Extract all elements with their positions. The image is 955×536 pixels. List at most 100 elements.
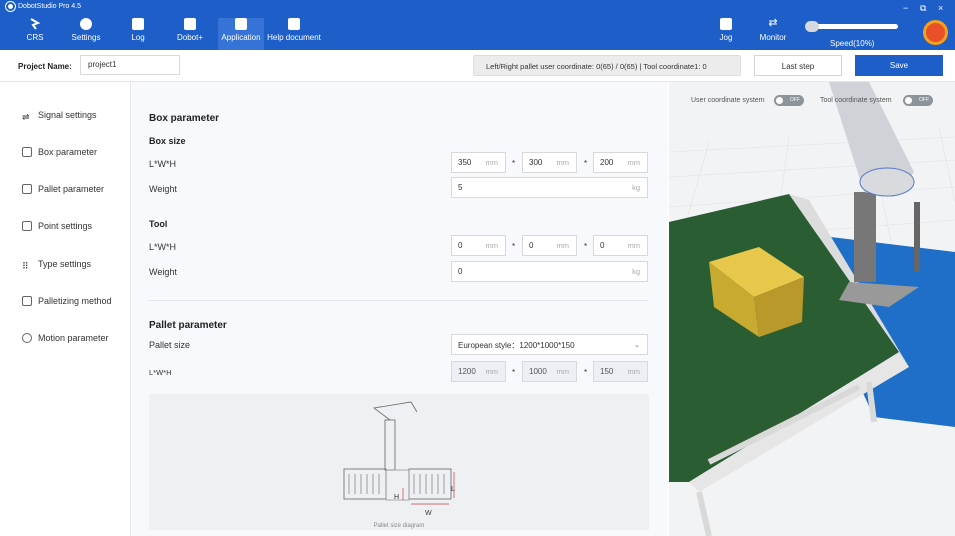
pallet-width-value: 1000 — [529, 367, 547, 376]
project-name-label: Project Name: — [18, 62, 72, 71]
sidebar-item-label: Box parameter — [38, 147, 98, 157]
box-weight-label: Weight — [149, 184, 177, 194]
sidebar-item-label: Pallet parameter — [38, 184, 105, 194]
nav-log-label: Log — [131, 33, 145, 42]
title-bar: DobotStudio Pro 4.5 CRS Settings Log Dob… — [0, 0, 955, 50]
multiply-sign: * — [584, 242, 588, 251]
close-button[interactable]: × — [938, 3, 943, 13]
point-settings-icon — [22, 221, 32, 231]
monitor-arrows-icon: ⇄ — [768, 17, 778, 29]
help-document-icon — [288, 18, 300, 30]
sidebar: ⇌ Signal settings Box parameter Pallet pa… — [0, 82, 131, 536]
dim-l-text: L — [451, 486, 455, 493]
tool-weight-input[interactable]: 0 kg — [451, 261, 648, 282]
tool-width-input[interactable]: 0 mm — [522, 235, 577, 256]
nav-dobotplus-label: Dobot+ — [176, 33, 204, 42]
left-pallet-shape — [343, 468, 387, 500]
tool-width-value: 0 — [529, 241, 534, 250]
nav-jog-label: Jog — [719, 33, 733, 42]
sidebar-item-label: Type settings — [38, 259, 92, 269]
robot-arm-shape — [373, 401, 418, 421]
restore-button[interactable]: ⧉ — [920, 3, 926, 14]
dim-h-text: H — [394, 494, 399, 501]
tool-length-input[interactable]: 0 mm — [451, 235, 506, 256]
speed-slider-track[interactable] — [808, 24, 898, 29]
unit-label: mm — [485, 367, 499, 376]
unit-label: mm — [627, 367, 641, 376]
nav-monitor[interactable]: ⇄ Monitor — [756, 18, 790, 50]
chevron-down-icon: ⌄ — [633, 340, 640, 349]
tool-weight-value: 0 — [458, 267, 463, 276]
unit-label: mm — [556, 158, 570, 167]
diagram-caption: Pallet size diagram — [373, 523, 425, 529]
jog-icon — [720, 18, 732, 30]
box-width-value: 300 — [529, 158, 543, 167]
nav-settings[interactable]: Settings — [68, 18, 104, 50]
box-width-input[interactable]: 300 mm — [522, 152, 577, 173]
user-coordinate-label: User coordinate system — [691, 97, 765, 104]
sidebar-item-type-settings[interactable]: ⠿ Type settings — [22, 259, 91, 271]
box-weight-value: 5 — [458, 183, 463, 192]
pallet-size-select[interactable]: European style：1200*1000*150 ⌄ — [451, 334, 648, 355]
tool-coordinate-label: Tool coordinate system — [820, 97, 892, 104]
log-icon — [132, 18, 144, 30]
pallet-length-value: 1200 — [458, 367, 476, 376]
minimize-button[interactable]: − — [903, 3, 908, 13]
sidebar-item-palletizing-method[interactable]: Palletizing method — [22, 296, 112, 306]
box-height-input[interactable]: 200 mm — [593, 152, 648, 173]
tool-lwh-label: L*W*H — [149, 242, 177, 252]
pallet-diagram-illustration: H W L — [343, 401, 455, 517]
speed-label: Speed(10%) — [830, 39, 875, 48]
nav-log[interactable]: Log — [125, 18, 151, 50]
speed-slider-handle[interactable] — [805, 21, 819, 32]
right-pallet-shape — [408, 468, 452, 500]
multiply-sign: * — [584, 159, 588, 168]
application-icon — [235, 18, 247, 30]
emergency-stop-button[interactable] — [923, 20, 948, 45]
tool-height-input[interactable]: 0 mm — [593, 235, 648, 256]
unit-label: mm — [627, 158, 641, 167]
pallet-width-input: 1000 mm — [522, 361, 577, 382]
nav-crs-label: CRS — [26, 33, 44, 42]
nav-monitor-label: Monitor — [759, 33, 787, 42]
pallet-size-diagram: H W L Pallet size diagram — [149, 394, 649, 530]
multiply-sign: * — [512, 242, 516, 251]
nav-dobotplus[interactable]: Dobot+ — [170, 18, 210, 50]
sidebar-item-box-parameter[interactable]: Box parameter — [22, 147, 97, 157]
sidebar-item-motion-parameter[interactable]: Motion parameter — [22, 333, 109, 343]
3d-scene-illustration — [669, 82, 955, 536]
nav-help[interactable]: Help document — [265, 18, 323, 50]
tool-height-value: 0 — [600, 241, 605, 250]
pallet-icon — [22, 184, 32, 194]
coordinate-info: Left/Right pallet user coordinate: 0(65)… — [473, 55, 741, 76]
pallet-size-value: European style：1200*1000*150 — [458, 341, 575, 350]
box-length-input[interactable]: 350 mm — [451, 152, 506, 173]
last-step-button[interactable]: Last step — [754, 55, 842, 76]
sidebar-item-label: Point settings — [38, 221, 93, 231]
nav-application[interactable]: Application — [218, 18, 264, 50]
person-icon — [22, 333, 32, 343]
box-lwh-label: L*W*H — [149, 159, 177, 169]
tool-coordinate-toggle[interactable]: OFF — [903, 95, 933, 106]
3d-viewport[interactable]: User coordinate system OFF Tool coordina… — [669, 82, 955, 536]
stack-icon — [22, 296, 32, 306]
user-coordinate-toggle[interactable]: OFF — [774, 95, 804, 106]
nav-crs[interactable]: CRS — [22, 18, 48, 50]
sidebar-item-pallet-parameter[interactable]: Pallet parameter — [22, 184, 104, 194]
box-length-value: 350 — [458, 158, 472, 167]
sidebar-item-signal-settings[interactable]: ⇌ Signal settings — [22, 110, 97, 122]
project-name-input[interactable]: project1 — [80, 55, 180, 75]
unit-label: kg — [632, 183, 640, 192]
box-weight-input[interactable]: 5 kg — [451, 177, 648, 198]
robot-joint-shape — [859, 167, 915, 197]
sidebar-item-label: Palletizing method — [38, 296, 112, 306]
nav-jog[interactable]: Jog — [713, 18, 739, 50]
tool-weight-label: Weight — [149, 267, 177, 277]
crs-icon — [30, 18, 41, 30]
sidebar-item-point-settings[interactable]: Point settings — [22, 221, 92, 231]
unit-label: kg — [632, 267, 640, 276]
unit-label: mm — [556, 367, 570, 376]
save-button[interactable]: Save — [855, 55, 943, 76]
multiply-sign: * — [584, 368, 588, 377]
section-divider — [148, 300, 648, 301]
